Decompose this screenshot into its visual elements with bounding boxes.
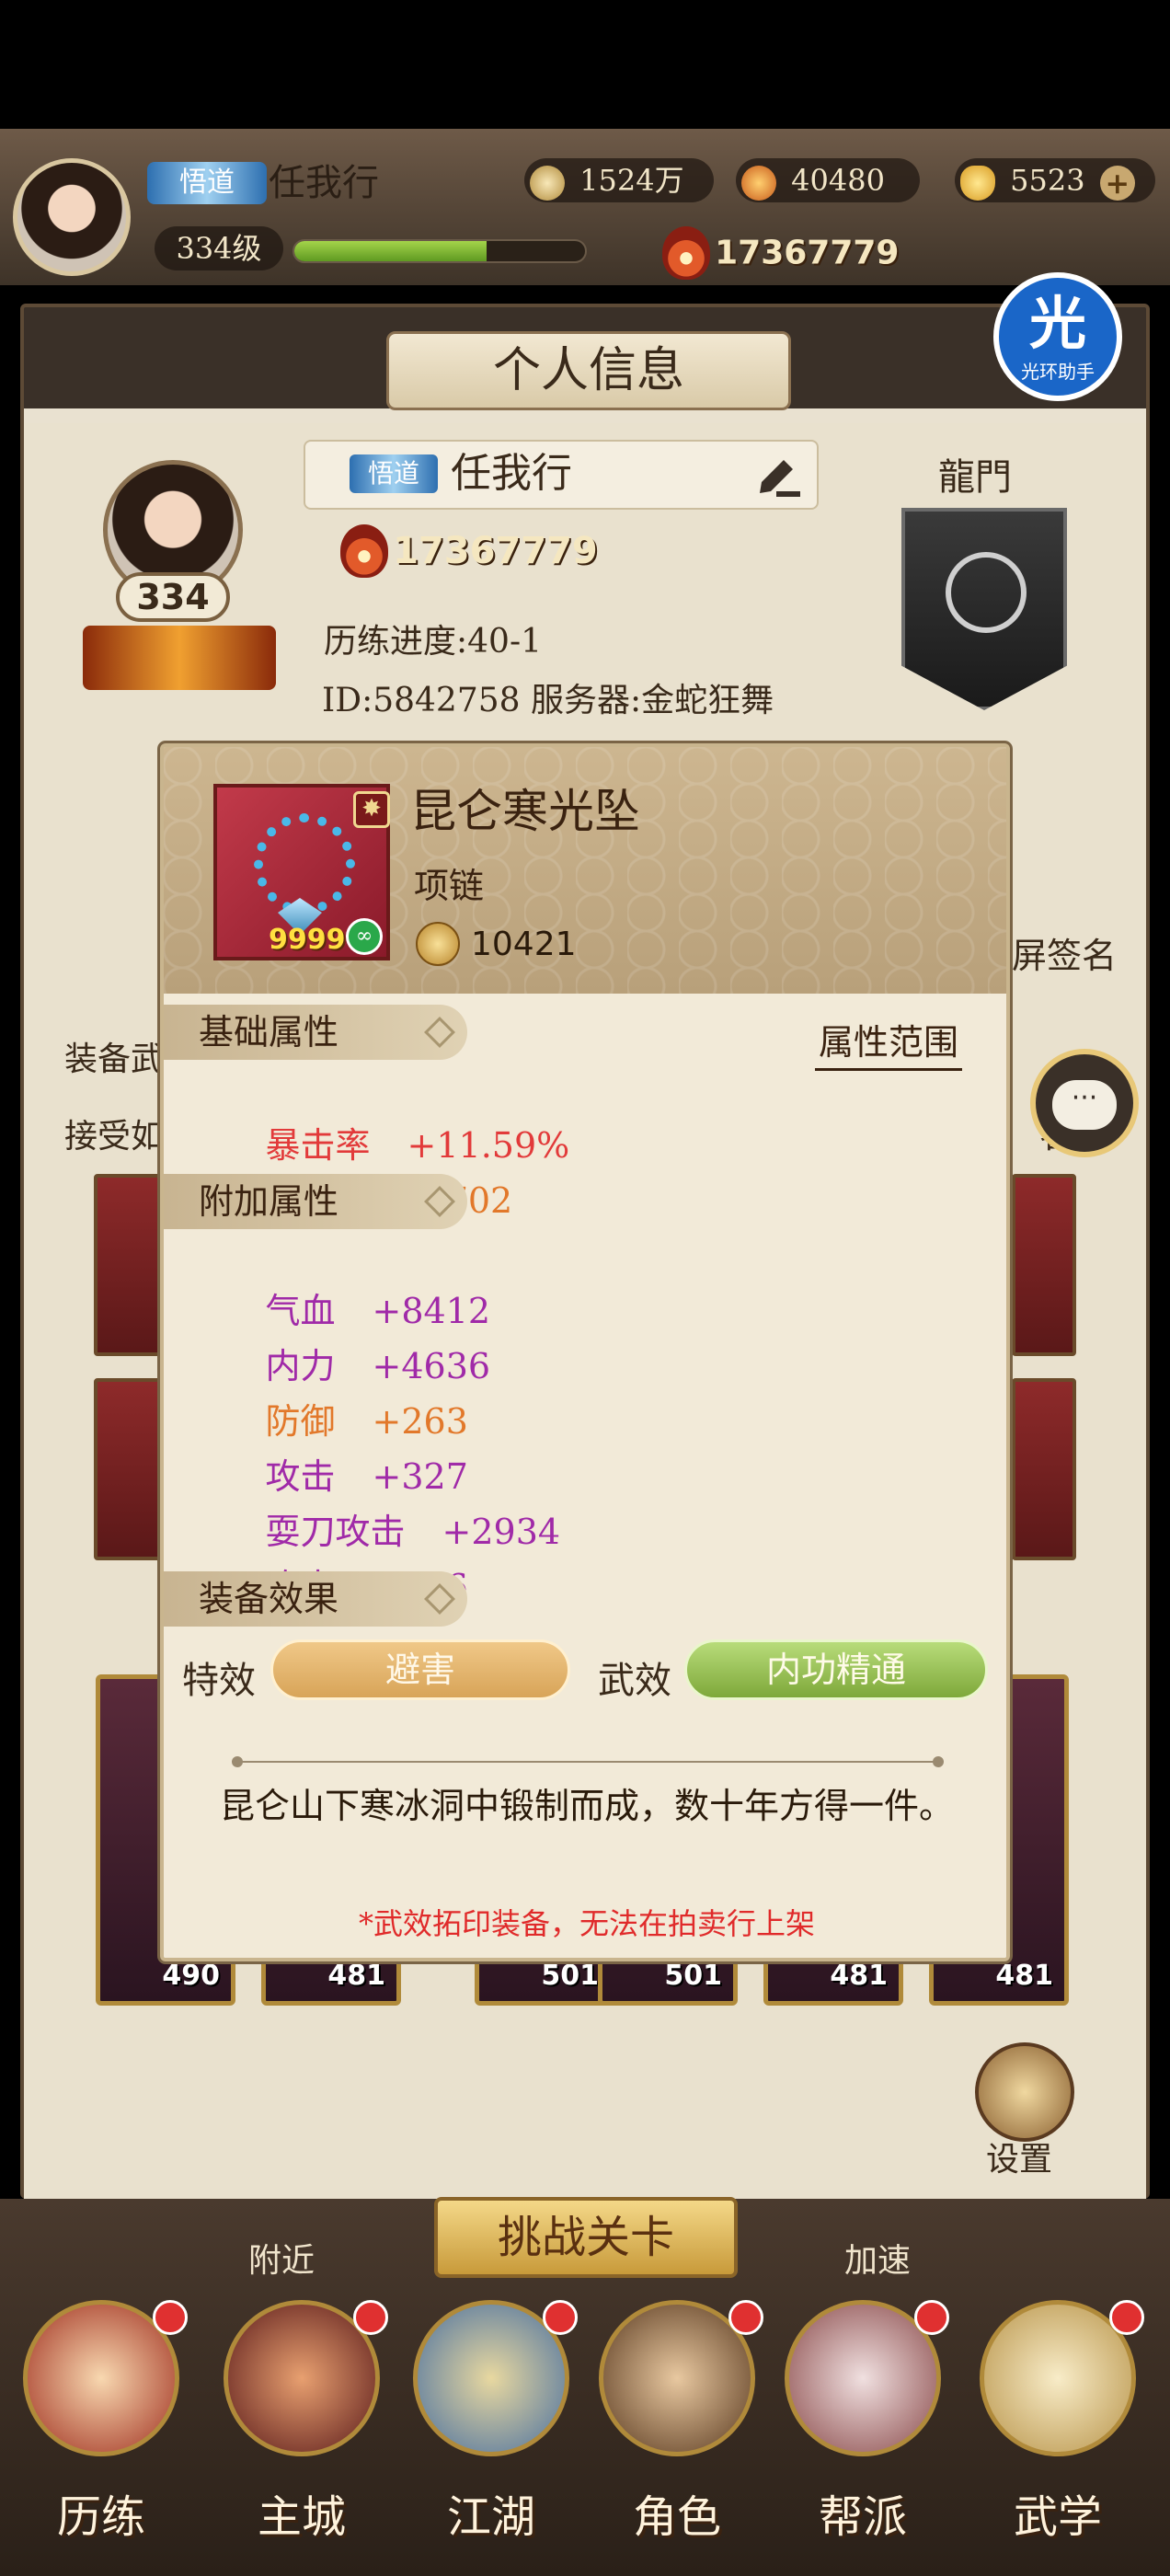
card-level: 481 <box>327 1960 385 1992</box>
power-flame-icon <box>340 524 388 578</box>
notification-dot <box>1109 2300 1144 2335</box>
special-effect-pill[interactable]: 避害 <box>270 1639 570 1700</box>
card-level: 501 <box>541 1960 599 1992</box>
gold-burst-icon <box>741 165 776 201</box>
notification-dot <box>153 2300 188 2335</box>
auction-notice: *武效拓印装备，无法在拍卖行上架 <box>358 1906 815 1941</box>
copper-coin-icon <box>530 165 565 201</box>
ingot-currency: 5523 + <box>955 158 1155 202</box>
player-name: 任我行 <box>269 162 379 204</box>
profile-name: 任我行 <box>451 450 572 497</box>
popup-header: 9999 ∞ ✸ 昆仑寒光坠 项链 10421 <box>164 747 1006 994</box>
nav-guild[interactable]: 帮派 <box>771 2300 955 2576</box>
sect-title: 龍門 <box>938 456 1012 499</box>
silver-value: 1524万 <box>579 163 684 198</box>
xp-bar-fill <box>294 241 487 261</box>
section-label: 装备效果 <box>199 1579 339 1619</box>
gold-value: 40480 <box>791 163 885 198</box>
equipment-slot[interactable] <box>1012 1378 1076 1560</box>
nav-training[interactable]: 历练 <box>9 2300 193 2576</box>
divider-dot <box>933 1756 944 1767</box>
nav-label: 角色 <box>632 2491 721 2543</box>
progress-text: 历练进度:40-1 <box>324 623 543 661</box>
card-level: 501 <box>664 1960 722 1992</box>
card-level: 490 <box>162 1960 220 1992</box>
item-icon-frame: 9999 ∞ ✸ <box>213 784 390 960</box>
attribute-range-link[interactable]: 属性范围 <box>815 1014 963 1071</box>
effect-label: 特效 <box>182 1660 256 1702</box>
title-emblem <box>83 626 276 690</box>
nav-label: 历练 <box>56 2491 145 2543</box>
necklace-icon <box>254 813 355 914</box>
side-label: 接受如 <box>64 1118 165 1156</box>
ingot-value: 5523 <box>1010 163 1085 198</box>
card-level: 481 <box>830 1960 888 1992</box>
nav-label: 江湖 <box>446 2491 535 2543</box>
profile-rank-badge: 悟道 <box>350 454 438 493</box>
chat-bubble-icon: ··· <box>1052 1080 1117 1130</box>
helper-glyph: 光 <box>1028 290 1086 357</box>
nav-label: 帮派 <box>818 2491 907 2543</box>
profile-combat-power: 17367779 <box>340 524 671 589</box>
combat-power-value: 17367779 <box>715 234 900 272</box>
helper-label: 光环助手 <box>1021 361 1095 383</box>
item-power: 10421 <box>471 926 577 963</box>
nav-martial-arts[interactable]: 武学 <box>966 2300 1150 2576</box>
item-count: 9999 <box>269 924 346 956</box>
item-name: 昆仑寒光坠 <box>410 785 640 838</box>
item-type: 项链 <box>414 866 485 906</box>
speed-button[interactable]: 加速 <box>844 2234 911 2282</box>
assistant-helper-button[interactable]: 光 光环助手 <box>993 272 1122 401</box>
section-extra-attrs: 附加属性 <box>164 1174 467 1229</box>
gold-currency: 40480 <box>736 158 920 202</box>
nav-jianghu[interactable]: 江湖 <box>399 2300 583 2576</box>
notification-dot <box>914 2300 949 2335</box>
divider-dot <box>232 1756 243 1767</box>
section-base-attrs: 基础属性 <box>164 1005 467 1060</box>
nearby-button[interactable]: 附近 <box>248 2234 315 2282</box>
settings-label: 设置 <box>986 2141 1053 2179</box>
martial-effect-label: 武效 <box>598 1660 671 1702</box>
settings-yin-yang-icon[interactable] <box>975 2042 1074 2142</box>
profile-power-value: 17367779 <box>393 530 598 572</box>
equipment-slot[interactable] <box>1012 1174 1076 1356</box>
edit-name-icon[interactable] <box>754 454 802 499</box>
item-detail-popup: 9999 ∞ ✸ 昆仑寒光坠 项链 10421 基础属性 属性范围 暴击率 +11… <box>160 743 1010 1961</box>
gold-ingot-icon <box>960 165 995 201</box>
martial-effect-pill[interactable]: 内功精通 <box>684 1639 988 1700</box>
side-label: 装备武 <box>64 1041 165 1078</box>
xp-bar <box>292 239 587 263</box>
combat-power: 17367779 <box>662 226 938 280</box>
notification-dot <box>728 2300 763 2335</box>
level-label: 334级 <box>155 226 283 270</box>
dragon-emblem-icon <box>946 552 1027 633</box>
notification-dot <box>543 2300 578 2335</box>
power-flame-icon <box>662 226 710 280</box>
chat-button[interactable]: ··· <box>1030 1049 1139 1157</box>
star-badge-icon: ✸ <box>353 791 390 828</box>
silver-currency: 1524万 <box>524 158 714 202</box>
side-label: 屏签名 <box>1012 936 1118 976</box>
add-plus-icon[interactable]: + <box>1099 165 1135 201</box>
rank-badge: 悟道 <box>147 162 267 204</box>
nav-label: 武学 <box>1013 2491 1102 2543</box>
item-power-icon <box>416 922 460 966</box>
nav-character[interactable]: 角色 <box>585 2300 769 2576</box>
nav-city[interactable]: 主城 <box>210 2300 394 2576</box>
challenge-stage-button[interactable]: 挑战关卡 <box>434 2197 738 2278</box>
divider <box>237 1761 936 1763</box>
panel-title: 个人信息 <box>386 331 791 410</box>
player-avatar[interactable] <box>13 158 131 276</box>
nav-label: 主城 <box>257 2491 346 2543</box>
section-label: 基础属性 <box>199 1012 339 1052</box>
popup-body: 基础属性 属性范围 暴击率+11.59% 气血+11702 附加属性 气血+84… <box>164 994 1006 1958</box>
notification-dot <box>353 2300 388 2335</box>
section-equip-effect: 装备效果 <box>164 1571 467 1627</box>
id-server-text: ID:5842758 服务器:金蛇狂舞 <box>322 682 774 719</box>
profile-level: 334 <box>116 572 230 622</box>
card-level: 481 <box>995 1960 1053 1992</box>
item-description: 昆仑山下寒冰洞中锻制而成，数十年方得一件。 <box>219 1786 954 1826</box>
link-icon: ∞ <box>346 918 383 955</box>
section-label: 附加属性 <box>199 1181 339 1222</box>
